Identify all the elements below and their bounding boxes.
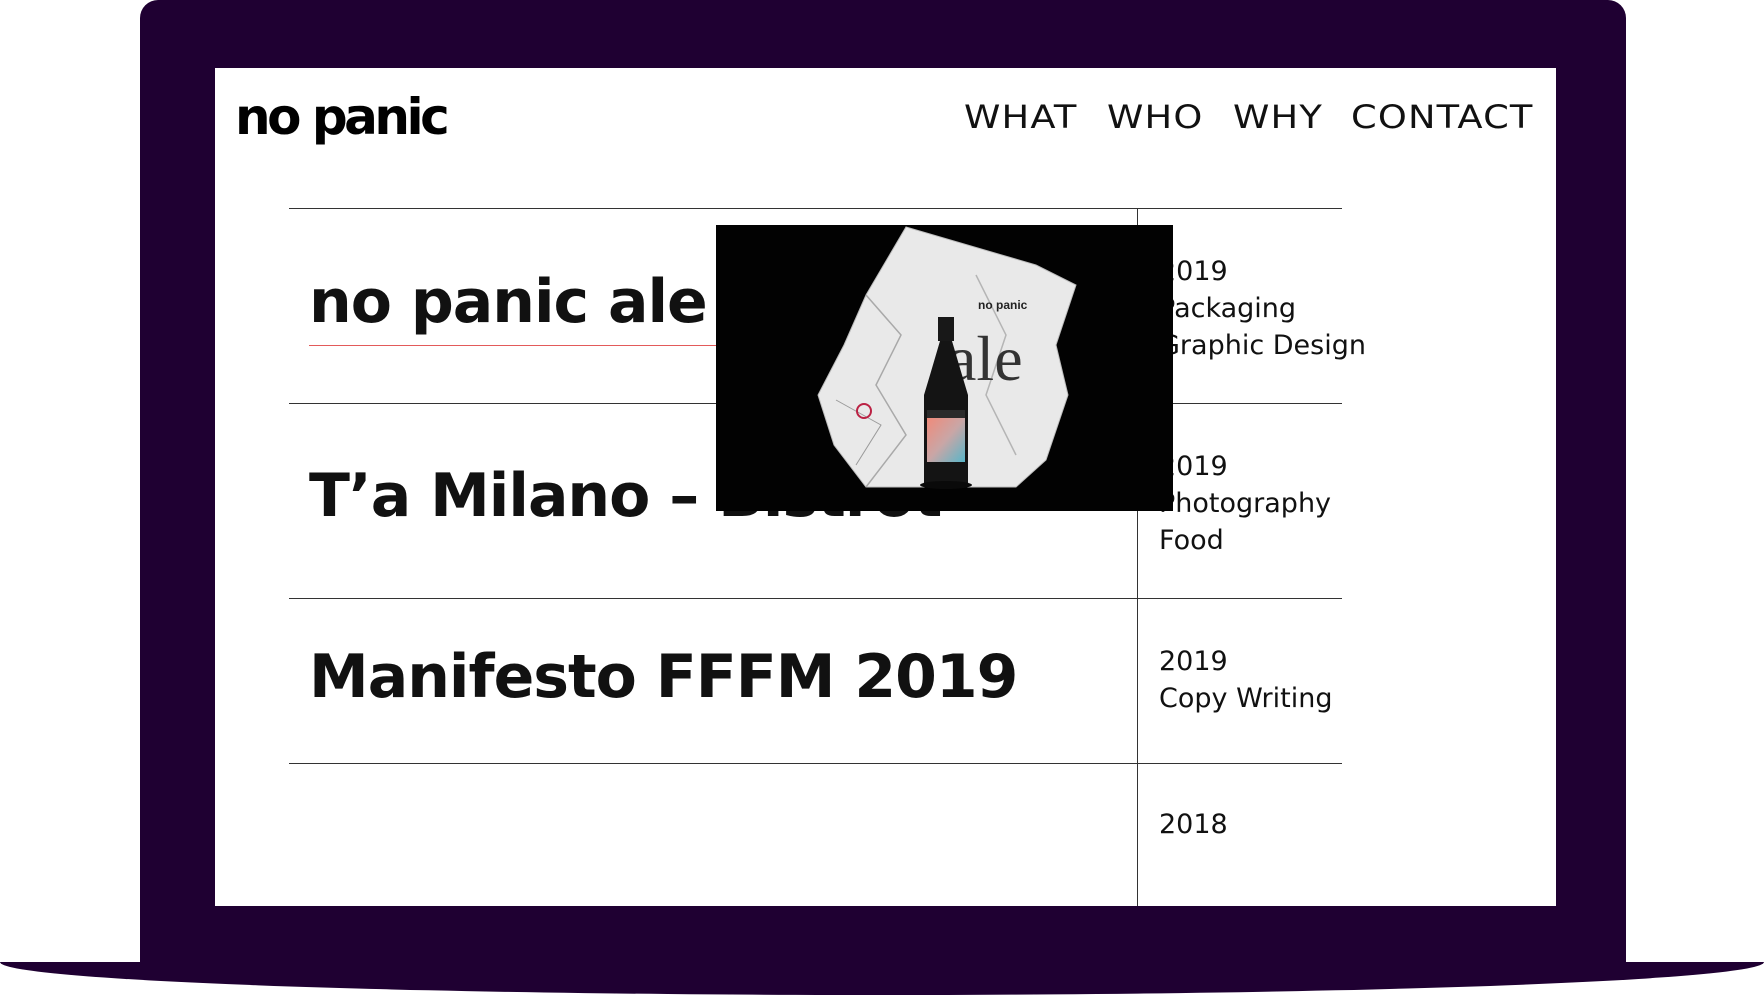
project-category: Food <box>1159 525 1224 556</box>
title-underline <box>309 345 759 346</box>
project-year: 2019 <box>1159 646 1228 677</box>
project-category: Graphic Design <box>1159 330 1366 361</box>
project-meta: 2019 Copy Writing <box>1159 643 1333 717</box>
main-nav: WHAT WHO WHY CONTACT <box>964 98 1546 136</box>
nav-item-why[interactable]: WHY <box>1233 98 1323 136</box>
row-divider <box>289 208 1342 209</box>
project-category: Packaging <box>1159 293 1297 324</box>
project-year: 2019 <box>1159 451 1228 482</box>
project-year: 2019 <box>1159 256 1228 287</box>
nav-item-who[interactable]: WHO <box>1107 98 1203 136</box>
browser-viewport: no panic WHAT WHO WHY CONTACT no panic a… <box>215 68 1556 906</box>
nav-item-contact[interactable]: CONTACT <box>1351 98 1534 136</box>
project-title-no-panic-ale[interactable]: no panic ale <box>309 267 708 337</box>
beer-bottle-photo-icon: no panic ale <box>716 225 1173 511</box>
row-divider <box>289 763 1342 764</box>
nav-item-what[interactable]: WHAT <box>964 98 1077 136</box>
project-meta: 2019 Packaging Graphic Design <box>1159 253 1366 364</box>
project-year: 2018 <box>1159 809 1228 840</box>
project-category: Photography <box>1159 488 1332 519</box>
project-category: Copy Writing <box>1159 683 1333 714</box>
project-meta: 2019 Photography Food <box>1159 448 1331 559</box>
bag-brand-text: no panic <box>978 298 1028 312</box>
laptop-base <box>0 962 1764 995</box>
project-title-manifesto[interactable]: Manifesto FFFM 2019 <box>309 642 1018 712</box>
project-meta: 2018 <box>1159 806 1228 843</box>
project-preview-image[interactable]: no panic ale <box>716 225 1173 511</box>
site-logo[interactable]: no panic <box>235 88 450 146</box>
row-divider <box>289 598 1342 599</box>
